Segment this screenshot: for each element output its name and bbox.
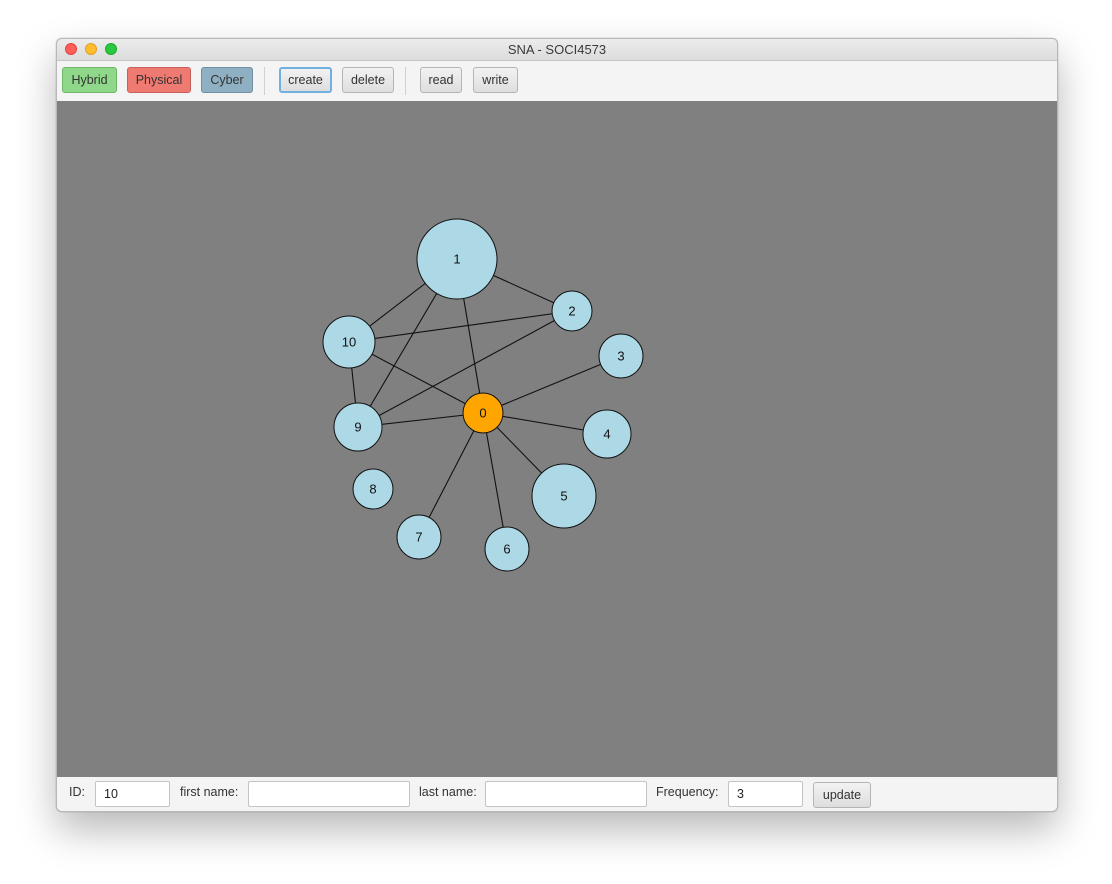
toolbar-separator <box>264 67 265 95</box>
node-0[interactable]: 0 <box>462 392 504 434</box>
frequency-label: Frequency: <box>656 785 719 799</box>
cyber-button[interactable]: Cyber <box>201 67 253 93</box>
node-6[interactable]: 6 <box>484 526 530 572</box>
node-10[interactable]: 10 <box>322 315 376 369</box>
read-button[interactable]: read <box>420 67 462 93</box>
node-1[interactable]: 1 <box>416 218 498 300</box>
node-4[interactable]: 4 <box>582 409 632 459</box>
node-label: 3 <box>617 349 624 364</box>
create-button[interactable]: create <box>279 67 332 93</box>
node-8[interactable]: 8 <box>352 468 394 510</box>
update-button[interactable]: update <box>813 782 871 808</box>
node-2[interactable]: 2 <box>551 290 593 332</box>
node-label: 1 <box>453 252 460 267</box>
hybrid-button[interactable]: Hybrid <box>62 67 117 93</box>
toolbar-separator <box>405 67 406 95</box>
node-label: 9 <box>354 420 361 435</box>
nodes-layer: 0 1 2 3 4 5 6 7 8 9 10 <box>322 218 644 572</box>
last-name-field[interactable] <box>485 781 647 807</box>
first-name-label: first name: <box>180 785 239 799</box>
node-label: 7 <box>415 530 422 545</box>
delete-button[interactable]: delete <box>342 67 394 93</box>
id-field[interactable] <box>95 781 170 807</box>
node-9[interactable]: 9 <box>333 402 383 452</box>
node-7[interactable]: 7 <box>396 514 442 560</box>
window-title: SNA - SOCI4573 <box>507 42 607 57</box>
title-bar: SNA - SOCI4573 <box>57 39 1057 61</box>
app-window: SNA - SOCI4573 Hybrid Physical Cyber cre… <box>56 38 1058 812</box>
node-label: 0 <box>479 406 486 421</box>
node-label: 4 <box>603 427 610 442</box>
frequency-field[interactable] <box>728 781 803 807</box>
node-5[interactable]: 5 <box>531 463 597 529</box>
write-button[interactable]: write <box>473 67 518 93</box>
node-label: 6 <box>503 542 510 557</box>
node-label: 5 <box>560 489 567 504</box>
node-3[interactable]: 3 <box>598 333 644 379</box>
toolbar: Hybrid Physical Cyber create delete read… <box>57 61 1057 101</box>
node-label: 8 <box>369 482 376 497</box>
graph-canvas[interactable]: 0 1 2 3 4 5 6 7 8 9 10 <box>57 101 1057 777</box>
id-label: ID: <box>69 785 85 799</box>
first-name-field[interactable] <box>248 781 410 807</box>
node-editor-bar: ID: first name: last name: Frequency: up… <box>57 777 1057 811</box>
network-graph[interactable]: 0 1 2 3 4 5 6 7 8 9 10 <box>57 101 1057 777</box>
physical-button[interactable]: Physical <box>127 67 191 93</box>
node-label: 2 <box>568 304 575 319</box>
last-name-label: last name: <box>419 785 477 799</box>
node-label: 10 <box>342 335 356 350</box>
